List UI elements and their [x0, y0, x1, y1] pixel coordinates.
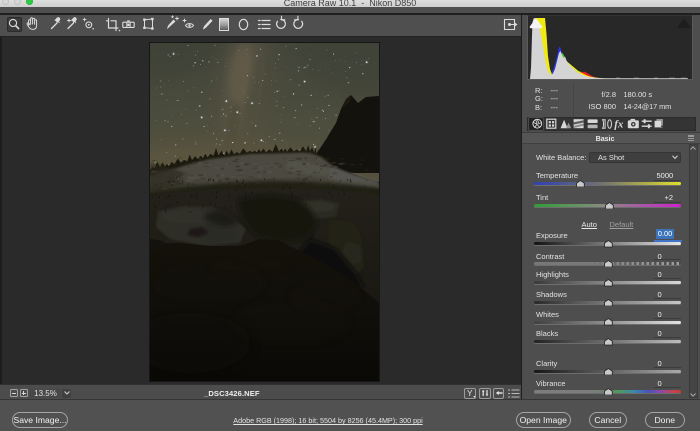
svg-text:fx: fx: [614, 119, 624, 131]
